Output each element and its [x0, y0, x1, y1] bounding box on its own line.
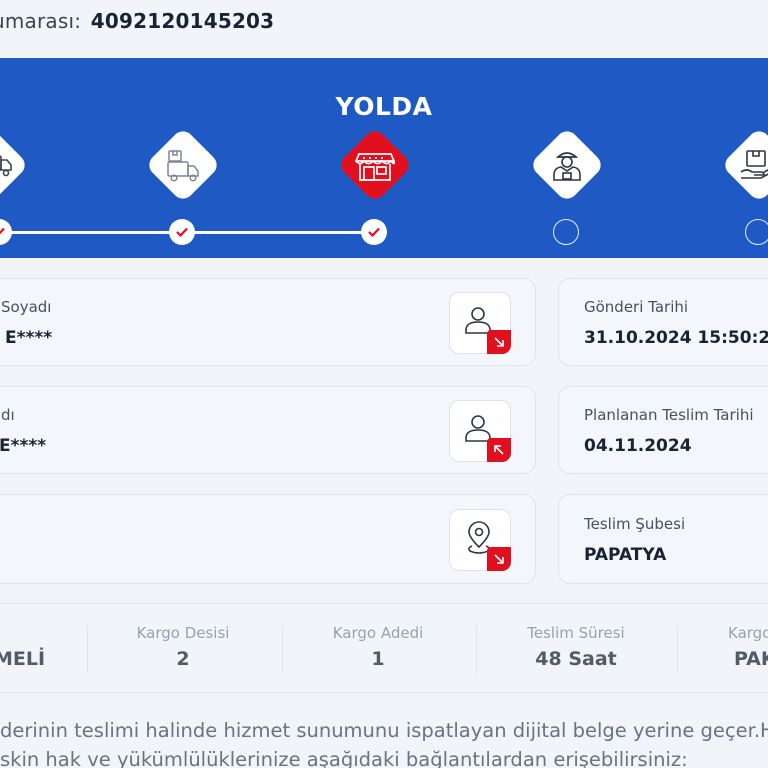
step-3-check	[361, 219, 387, 245]
stat-divider	[87, 625, 88, 673]
stat-value-delivery-time: 48 Saat	[535, 648, 617, 670]
tracking-number-value: 4092120145203	[90, 9, 275, 33]
shipment-date-value: 31.10.2024 15:50:23	[584, 328, 768, 348]
delivery-branch-card: Teslim Şubesi PAPATYA	[558, 494, 768, 584]
sender-details-button[interactable]	[449, 292, 511, 354]
receiver-card: dı E****	[0, 386, 536, 474]
footer-text-line-1: derinin teslimi halinde hizmet sunumunu …	[0, 719, 768, 742]
check-icon	[368, 227, 380, 237]
tracking-number-label: umarası:	[0, 9, 82, 33]
courier-icon	[553, 152, 581, 181]
shipment-date-card: Gönderi Tarihi 31.10.2024 15:50:23	[558, 278, 768, 366]
expand-badge	[487, 547, 511, 571]
stat-first-value: MELİ	[0, 648, 46, 670]
check-icon	[176, 227, 188, 237]
branch-store-icon	[354, 153, 396, 181]
planned-delivery-value: 04.11.2024	[584, 436, 692, 456]
delivery-truck-icon	[0, 155, 12, 177]
delivery-branch-value: PAPATYA	[584, 545, 667, 565]
arrow-down-right-icon	[494, 337, 504, 347]
status-band: YOLDA	[0, 58, 768, 258]
stat-value-cargo-type: PAK	[734, 648, 768, 670]
arrow-down-right-icon	[494, 554, 504, 564]
stat-divider	[476, 625, 477, 673]
step-1-check	[0, 219, 12, 245]
stat-label-cargo-count: Kargo Adedi	[332, 624, 424, 642]
stat-divider	[282, 625, 283, 673]
receiver-value: E****	[0, 436, 47, 456]
arrow-up-left-icon	[494, 445, 504, 455]
step-5-pending	[745, 219, 768, 245]
stat-label-cargo-desi: Kargo Desisi	[136, 624, 230, 642]
sender-label: Soyadı	[1, 298, 52, 316]
stat-divider	[677, 625, 678, 673]
footer-text-line-2: skin hak ve yükümlülüklerinize aşağıdaki…	[0, 748, 688, 768]
sender-value: E****	[5, 328, 53, 348]
receiver-label: dı	[1, 406, 15, 424]
expand-badge	[487, 438, 511, 462]
planned-delivery-card: Planlanan Teslim Tarihi 04.11.2024	[558, 386, 768, 474]
step-4-pending	[553, 219, 579, 245]
sender-card: Soyadı E****	[0, 278, 536, 366]
tracking-number-row: umarası: 4092120145203	[0, 9, 274, 33]
status-title: YOLDA	[335, 92, 433, 121]
stat-label-delivery-time: Teslim Süresi	[527, 624, 625, 642]
stat-value-cargo-count: 1	[371, 648, 385, 670]
shipment-date-label: Gönderi Tarihi	[584, 298, 689, 316]
check-icon	[0, 227, 5, 235]
planned-delivery-label: Planlanan Teslim Tarihi	[584, 406, 754, 424]
stat-value-cargo-desi: 2	[176, 648, 190, 670]
step-2-check	[169, 219, 195, 245]
delivery-branch-label: Teslim Şubesi	[584, 515, 686, 533]
stat-label-cargo-type: Kargo	[728, 624, 768, 642]
expand-badge	[487, 330, 511, 354]
delivered-package-icon	[740, 150, 768, 179]
address-details-button[interactable]	[449, 509, 511, 571]
cargo-truck-icon	[167, 150, 199, 182]
receiver-details-button[interactable]	[449, 400, 511, 462]
address-card	[0, 494, 536, 584]
